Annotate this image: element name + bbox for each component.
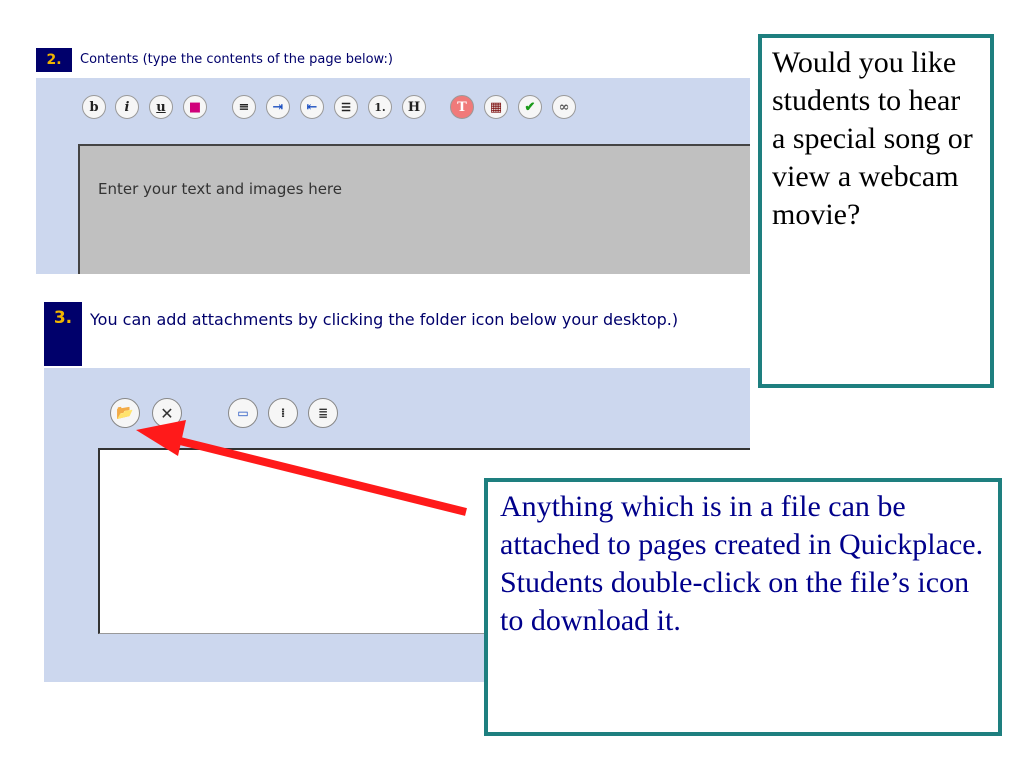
heading-icon[interactable]: H bbox=[402, 95, 426, 119]
contents-section: 2. Contents (type the contents of the pa… bbox=[36, 42, 750, 274]
attachments-callout-text: Anything which is in a file can be attac… bbox=[500, 490, 984, 637]
details-view-glyph: ≣ bbox=[317, 406, 329, 420]
open-folder-glyph: 📂 bbox=[116, 405, 134, 421]
file-icon[interactable]: ▭ bbox=[228, 398, 258, 428]
outdent-glyph: ⇤ bbox=[306, 99, 318, 115]
numbered-list-icon[interactable]: 1. bbox=[368, 95, 392, 119]
italic-icon[interactable]: i bbox=[115, 95, 139, 119]
text-style-glyph: T bbox=[457, 99, 467, 115]
open-folder-icon[interactable]: 📂 bbox=[110, 398, 140, 428]
italic-glyph: i bbox=[124, 99, 130, 115]
text-color-icon[interactable]: ■ bbox=[183, 95, 207, 119]
underline-icon[interactable]: u bbox=[149, 95, 173, 119]
editor-placeholder: Enter your text and images here bbox=[98, 180, 342, 198]
webcam-callout-text: Would you like students to hear a specia… bbox=[772, 46, 973, 231]
bold-icon[interactable]: b bbox=[82, 95, 106, 119]
link-icon[interactable]: ∞ bbox=[552, 95, 576, 119]
section-number: 3. bbox=[44, 302, 82, 366]
delete-icon[interactable]: ✕ bbox=[152, 398, 182, 428]
attachments-header: 3. You can add attachments by clicking t… bbox=[44, 284, 750, 368]
align-center-glyph: ≡ bbox=[238, 99, 250, 115]
details-view-icon[interactable]: ≣ bbox=[308, 398, 338, 428]
list-view-icon[interactable]: ⁞ bbox=[268, 398, 298, 428]
spell-check-icon[interactable]: ✔ bbox=[518, 95, 542, 119]
list-view-glyph: ⁞ bbox=[280, 406, 286, 420]
heading-glyph: H bbox=[407, 99, 421, 115]
contents-label: Contents (type the contents of the page … bbox=[80, 52, 393, 67]
bulleted-list-glyph: ☰ bbox=[341, 100, 351, 114]
table-icon[interactable]: ▦ bbox=[484, 95, 508, 119]
numbered-list-glyph: 1. bbox=[374, 100, 386, 114]
attachments-label: You can add attachments by clicking the … bbox=[90, 310, 679, 329]
bulleted-list-icon[interactable]: ☰ bbox=[334, 95, 358, 119]
text-style-icon[interactable]: T bbox=[450, 95, 474, 119]
indent-icon[interactable]: ⇥ bbox=[266, 95, 290, 119]
align-center-icon[interactable]: ≡ bbox=[232, 95, 256, 119]
delete-glyph: ✕ bbox=[160, 403, 174, 423]
table-glyph: ▦ bbox=[489, 99, 503, 115]
section-number: 2. bbox=[36, 48, 72, 72]
content-editor[interactable]: Enter your text and images here bbox=[78, 144, 750, 274]
contents-header: 2. Contents (type the contents of the pa… bbox=[36, 42, 750, 78]
text-color-glyph: ■ bbox=[188, 99, 202, 115]
spell-check-glyph: ✔ bbox=[524, 99, 536, 115]
bold-glyph: b bbox=[89, 99, 99, 115]
file-glyph: ▭ bbox=[237, 406, 249, 420]
indent-glyph: ⇥ bbox=[272, 99, 284, 115]
webcam-callout: Would you like students to hear a specia… bbox=[758, 34, 994, 388]
outdent-icon[interactable]: ⇤ bbox=[300, 95, 324, 119]
underline-glyph: u bbox=[156, 99, 166, 115]
link-glyph: ∞ bbox=[558, 99, 570, 115]
attachments-callout: Anything which is in a file can be attac… bbox=[484, 478, 1002, 736]
